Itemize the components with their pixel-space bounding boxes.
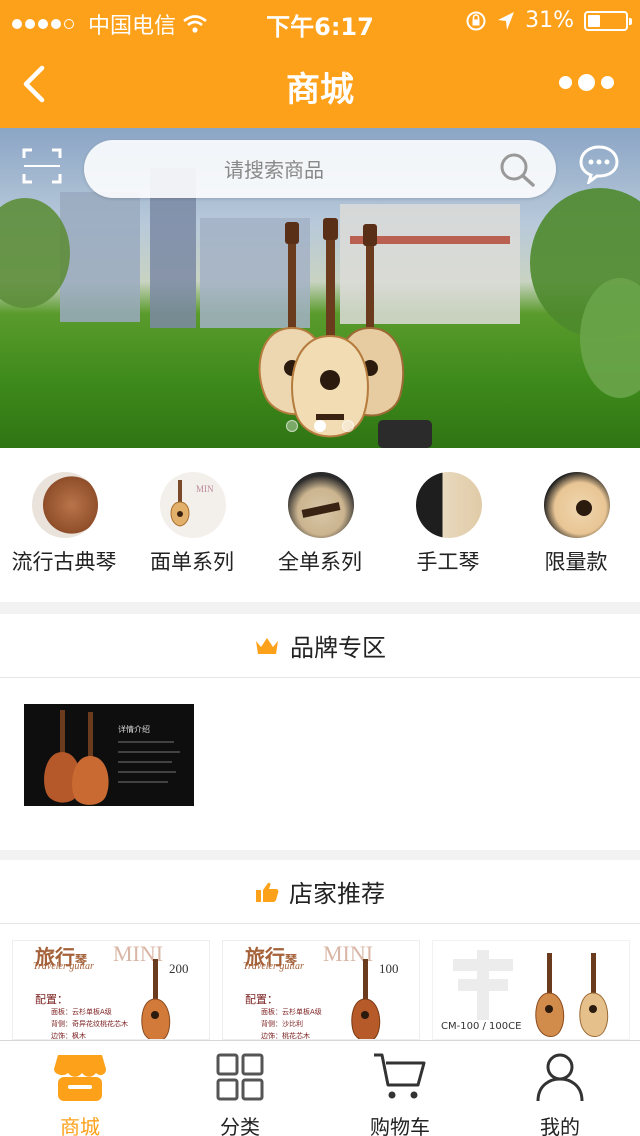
- banner-carousel[interactable]: 请搜索商品: [0, 128, 640, 448]
- brand-banner-image[interactable]: 详情介绍: [24, 704, 194, 806]
- category-image: [416, 472, 482, 538]
- message-icon[interactable]: [578, 144, 620, 184]
- product-subtitle: Traveler guitar: [243, 961, 304, 972]
- product-spec-line: 边饰：桃花芯木: [261, 1032, 310, 1040]
- product-spec-line: 背侧：沙比利: [261, 1020, 303, 1028]
- cart-icon: [374, 1053, 426, 1099]
- product-card[interactable]: 旅行琴 Traveler guitar MINI 200 配置： 面板：云杉单板…: [12, 940, 210, 1040]
- category-label: 手工琴: [416, 550, 480, 574]
- rotation-lock-icon: [466, 11, 486, 30]
- crown-icon: [256, 637, 278, 654]
- category-item[interactable]: MIN 面单系列: [128, 448, 256, 602]
- scan-icon[interactable]: [22, 148, 62, 184]
- product-guitar-image: [351, 959, 381, 1039]
- carousel-dot-active[interactable]: [314, 420, 326, 432]
- category-image: MIN: [160, 472, 226, 538]
- brand-section-title: 品牌专区: [290, 634, 386, 662]
- category-label: 全单系列: [278, 550, 362, 574]
- product-spec-line: 面板：云杉单板A级: [261, 1008, 322, 1016]
- page-title: 商城: [286, 70, 354, 110]
- product-spec-line: 背侧：奇异花纹桃花芯木: [51, 1020, 128, 1028]
- recommend-section-header: 店家推荐: [0, 860, 640, 924]
- brand-section: 品牌专区 详情介绍: [0, 614, 640, 850]
- grid-icon: [216, 1053, 264, 1101]
- tab-store[interactable]: 商城: [0, 1041, 160, 1136]
- category-item[interactable]: 流行古典琴: [0, 448, 128, 602]
- svg-text:详情介绍: 详情介绍: [118, 724, 150, 734]
- more-icon[interactable]: [559, 74, 614, 91]
- user-icon: [536, 1053, 584, 1102]
- category-label: 限量款: [544, 550, 608, 574]
- tab-label: 购物车: [370, 1115, 430, 1136]
- product-watermark-image: [453, 950, 513, 1020]
- product-config-label: 配置：: [245, 993, 278, 1006]
- category-item[interactable]: 全单系列: [256, 448, 384, 602]
- product-spec-line: 边饰：枫木: [51, 1032, 86, 1040]
- product-card[interactable]: CM-100 / 100CE: [432, 940, 630, 1040]
- location-icon: [498, 11, 515, 30]
- carousel-dot[interactable]: [286, 420, 298, 432]
- category-item[interactable]: 限量款: [512, 448, 640, 602]
- category-image: [32, 472, 98, 538]
- brand-section-header: 品牌专区: [0, 614, 640, 678]
- product-spec-line: 面板：云杉单板A级: [51, 1008, 112, 1016]
- svg-text:MIN: MIN: [196, 484, 214, 494]
- store-icon: [54, 1055, 106, 1101]
- tab-me[interactable]: 我的: [480, 1041, 640, 1136]
- category-item[interactable]: 手工琴: [384, 448, 512, 602]
- product-card[interactable]: 旅行琴 Traveler guitar MINI 100 配置： 面板：云杉单板…: [222, 940, 420, 1040]
- product-guitar-image: [535, 953, 609, 1037]
- banner-guitars-image: [258, 218, 405, 438]
- search-icon[interactable]: [498, 152, 538, 188]
- tab-category[interactable]: 分类: [160, 1041, 320, 1136]
- carousel-dot[interactable]: [342, 420, 354, 432]
- app: { "status": {"carrier": "中国电信", "time": …: [0, 0, 640, 1136]
- tab-label: 商城: [60, 1115, 100, 1136]
- category-image: [288, 472, 354, 538]
- carousel-indicator: [0, 420, 640, 432]
- search-placeholder: 请搜索商品: [224, 158, 324, 182]
- tab-label: 我的: [540, 1115, 580, 1136]
- category-image: [544, 472, 610, 538]
- battery-percent: 31%: [525, 8, 574, 33]
- category-bar: 流行古典琴 MIN 面单系列 全单系列 手工琴 限量款: [0, 448, 640, 602]
- tab-bar: 商城 分类 购物车 我的: [0, 1040, 640, 1136]
- product-model: CM-100 / 100CE: [441, 1021, 522, 1032]
- nav-bar: 商城: [0, 40, 640, 128]
- product-config-label: 配置：: [35, 993, 68, 1006]
- product-list: 旅行琴 Traveler guitar MINI 200 配置： 面板：云杉单板…: [12, 940, 630, 1040]
- product-subtitle: Traveler guitar: [33, 961, 94, 972]
- category-label: 面单系列: [150, 550, 234, 574]
- search-input[interactable]: 请搜索商品: [84, 140, 556, 198]
- battery-icon: [584, 10, 632, 31]
- status-bar: 中国电信 下午6:17 31%: [0, 0, 640, 41]
- recommend-section: 店家推荐 旅行琴 Traveler guitar MINI 200 配置： 面板…: [0, 860, 640, 1040]
- tab-label: 分类: [220, 1115, 260, 1136]
- tab-cart[interactable]: 购物车: [320, 1041, 480, 1136]
- product-guitar-image: [141, 959, 171, 1039]
- thumbs-up-icon: [256, 882, 279, 902]
- recommend-section-title: 店家推荐: [289, 880, 385, 908]
- category-label: 流行古典琴: [11, 550, 117, 574]
